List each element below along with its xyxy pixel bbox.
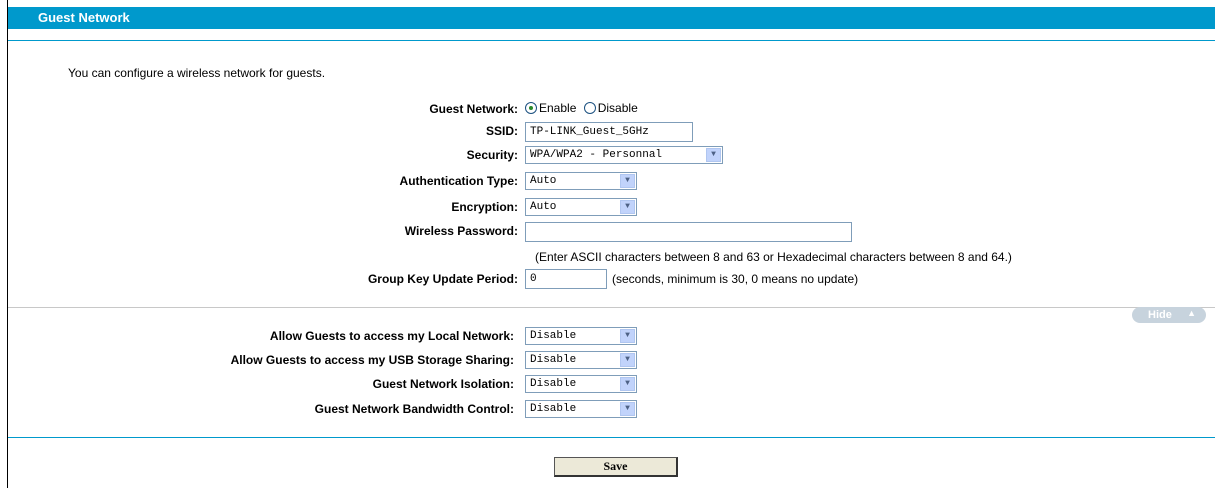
ssid-row: SSID: TP-LINK_Guest_5GHz [8, 122, 1215, 142]
enable-radio[interactable] [525, 102, 537, 114]
chevron-up-icon: ▲ [1187, 308, 1196, 318]
local-network-label: Allow Guests to access my Local Network: [269, 329, 514, 343]
chevron-down-icon[interactable]: ▼ [620, 402, 635, 416]
chevron-down-icon[interactable]: ▼ [620, 353, 635, 367]
bandwidth-row: Guest Network Bandwidth Control: Disable… [8, 400, 1215, 420]
isolation-row: Guest Network Isolation: Disable ▼ [8, 375, 1215, 395]
intro-text: You can configure a wireless network for… [68, 66, 326, 80]
group-key-hint: (seconds, minimum is 30, 0 means no upda… [612, 272, 859, 286]
hide-button-label: Hide [1148, 309, 1172, 321]
disable-radio[interactable] [583, 102, 596, 114]
guest-network-label: Guest Network: [429, 102, 518, 116]
ssid-label: SSID: [485, 124, 518, 138]
encryption-label: Encryption: [451, 200, 518, 214]
security-select[interactable]: WPA/WPA2 - Personnal ▼ [525, 146, 723, 164]
password-row: Wireless Password: [8, 222, 1215, 242]
page-frame: Guest Network You can configure a wirele… [7, 0, 1215, 488]
local-network-row: Allow Guests to access my Local Network:… [8, 327, 1215, 347]
hide-button[interactable]: Hide ▲ [1132, 307, 1206, 323]
page-title: Guest Network [38, 10, 130, 25]
security-row: Security: WPA/WPA2 - Personnal ▼ [8, 146, 1215, 166]
section-divider [8, 307, 1215, 308]
chevron-down-icon[interactable]: ▼ [706, 148, 721, 162]
auth-type-row: Authentication Type: Auto ▼ [8, 172, 1215, 192]
bottom-divider [8, 437, 1215, 438]
top-divider [8, 40, 1215, 41]
password-input[interactable] [525, 222, 852, 242]
isolation-select[interactable]: Disable ▼ [525, 375, 637, 393]
password-label: Wireless Password: [404, 224, 518, 238]
usb-sharing-label: Allow Guests to access my USB Storage Sh… [230, 353, 514, 367]
chevron-down-icon[interactable]: ▼ [620, 174, 635, 188]
group-key-label: Group Key Update Period: [367, 272, 518, 286]
usb-sharing-row: Allow Guests to access my USB Storage Sh… [8, 351, 1215, 371]
ssid-input[interactable]: TP-LINK_Guest_5GHz [525, 122, 693, 142]
usb-sharing-select-value: Disable [530, 354, 577, 366]
bandwidth-label: Guest Network Bandwidth Control: [314, 402, 514, 416]
isolation-select-value: Disable [530, 378, 577, 390]
save-button[interactable]: Save [554, 457, 678, 477]
security-select-value: WPA/WPA2 - Personnal [530, 149, 663, 161]
disable-radio-label[interactable]: Disable [598, 101, 638, 115]
encryption-select-value: Auto [530, 201, 557, 213]
password-hint: (Enter ASCII characters between 8 and 63… [535, 250, 1012, 264]
chevron-down-icon[interactable]: ▼ [620, 329, 635, 343]
local-network-select[interactable]: Disable ▼ [525, 327, 637, 345]
group-key-row: Group Key Update Period: 0 (seconds, min… [8, 269, 1215, 289]
encryption-select[interactable]: Auto ▼ [525, 198, 637, 216]
auth-type-select-value: Auto [530, 175, 557, 187]
chevron-down-icon[interactable]: ▼ [620, 377, 635, 391]
enable-radio-label[interactable]: Enable [539, 101, 576, 115]
usb-sharing-select[interactable]: Disable ▼ [525, 351, 637, 369]
encryption-row: Encryption: Auto ▼ [8, 198, 1215, 218]
auth-type-select[interactable]: Auto ▼ [525, 172, 637, 190]
local-network-select-value: Disable [530, 330, 577, 342]
security-label: Security: [466, 148, 518, 162]
guest-network-row: Guest Network: Enable Disable [8, 100, 1215, 120]
auth-type-label: Authentication Type: [399, 174, 518, 188]
bandwidth-select-value: Disable [530, 403, 577, 415]
bandwidth-select[interactable]: Disable ▼ [525, 400, 637, 418]
guest-network-radios: Enable Disable [525, 101, 642, 115]
chevron-down-icon[interactable]: ▼ [620, 200, 635, 214]
group-key-input[interactable]: 0 [525, 269, 607, 289]
isolation-label: Guest Network Isolation: [372, 377, 514, 391]
header-bar: Guest Network [8, 7, 1215, 29]
